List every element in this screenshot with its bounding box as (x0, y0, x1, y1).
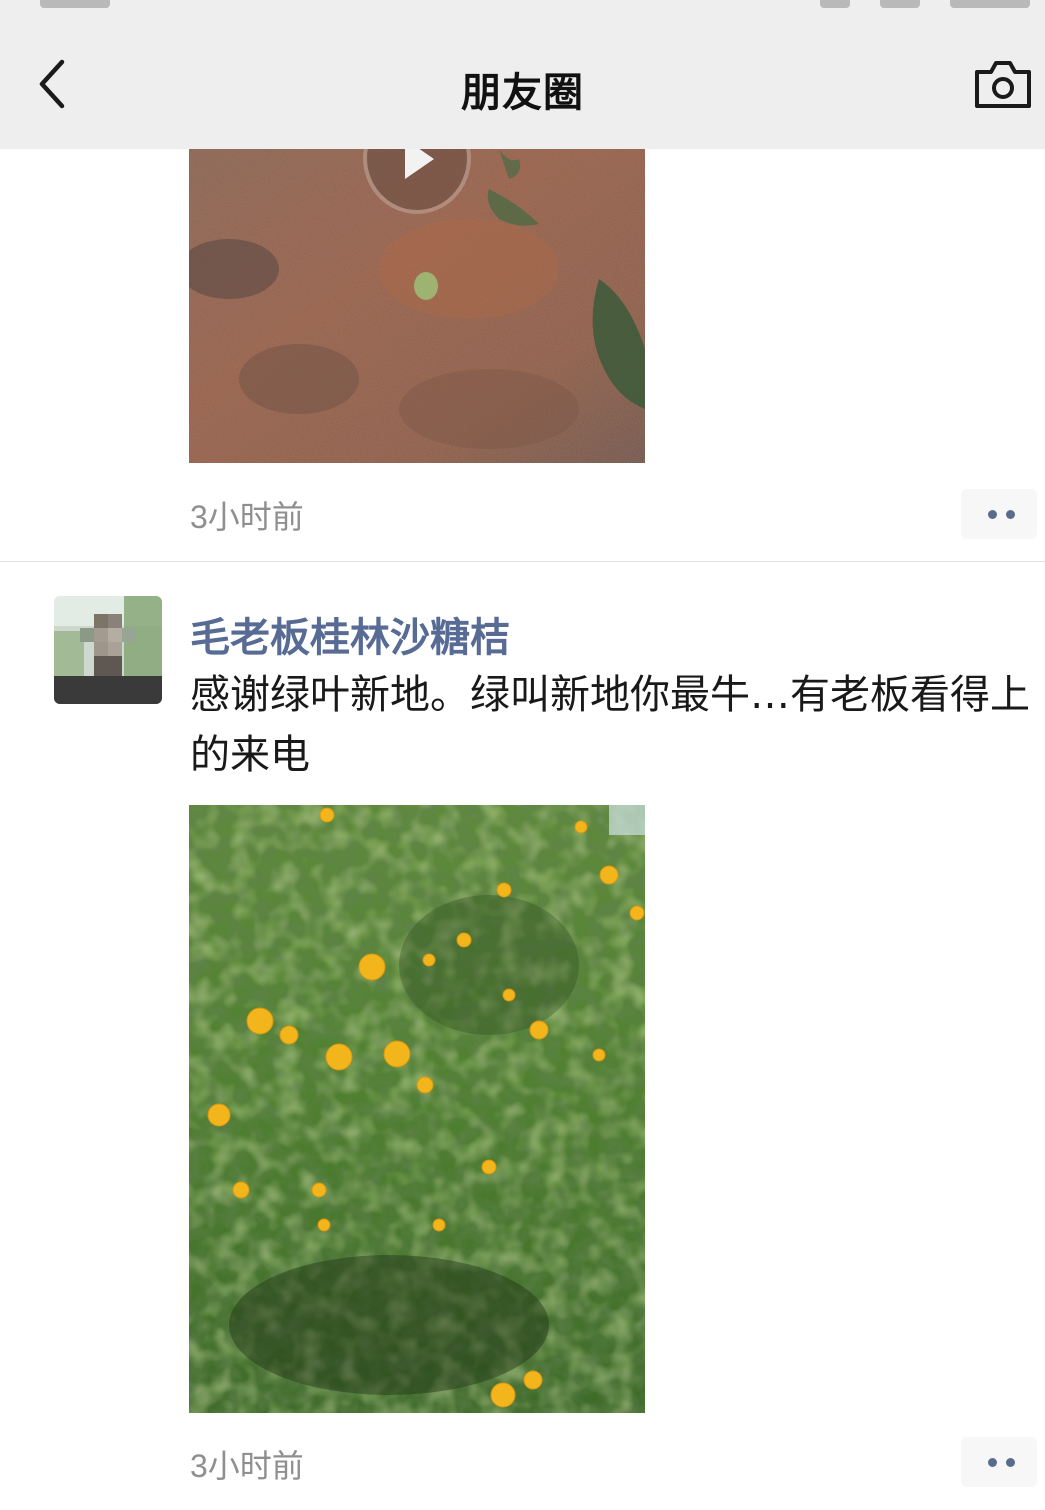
camera-button[interactable] (971, 54, 1035, 114)
status-battery-fragment (950, 0, 1030, 8)
more-dots-icon (988, 510, 997, 519)
post-author-name[interactable]: 毛老板桂林沙糖桔 (190, 605, 510, 663)
post-more-button[interactable] (961, 489, 1037, 539)
moments-screen: 朋友圈 3小时前 毛老板桂林沙糖桔 感谢绿叶新地。绿叫新地你最牛…有老板看得上的… (0, 0, 1045, 1510)
status-signal-fragment (820, 0, 850, 8)
post-timestamp: 3小时前 (190, 1448, 304, 1484)
avatar[interactable] (54, 596, 162, 704)
more-dots-icon-dot (1006, 510, 1015, 519)
orange-grove-video-frame (189, 805, 645, 1413)
page-title: 朋友圈 (461, 70, 584, 116)
status-time-fragment (40, 0, 110, 8)
moments-feed: 3小时前 毛老板桂林沙糖桔 感谢绿叶新地。绿叫新地你最牛…有老板看得上的来电 3… (0, 149, 1045, 1510)
status-wifi-fragment (880, 0, 920, 8)
status-bar (0, 0, 1045, 22)
navigation-bar: 朋友圈 (0, 22, 1045, 149)
post-divider (0, 561, 1045, 562)
post-text: 感谢绿叶新地。绿叫新地你最牛…有老板看得上的来电 (190, 672, 1030, 778)
blurred-avatar-image (54, 596, 162, 704)
more-dots-icon-dot (1006, 1458, 1015, 1467)
post-timestamp: 3小时前 (190, 499, 304, 535)
dirt-slope-video-frame (189, 149, 645, 463)
post-video-thumbnail[interactable] (189, 149, 645, 463)
post-video-thumbnail[interactable] (189, 805, 645, 1413)
post-more-button[interactable] (961, 1437, 1037, 1487)
camera-icon (975, 61, 1031, 108)
more-dots-icon (988, 1458, 997, 1467)
